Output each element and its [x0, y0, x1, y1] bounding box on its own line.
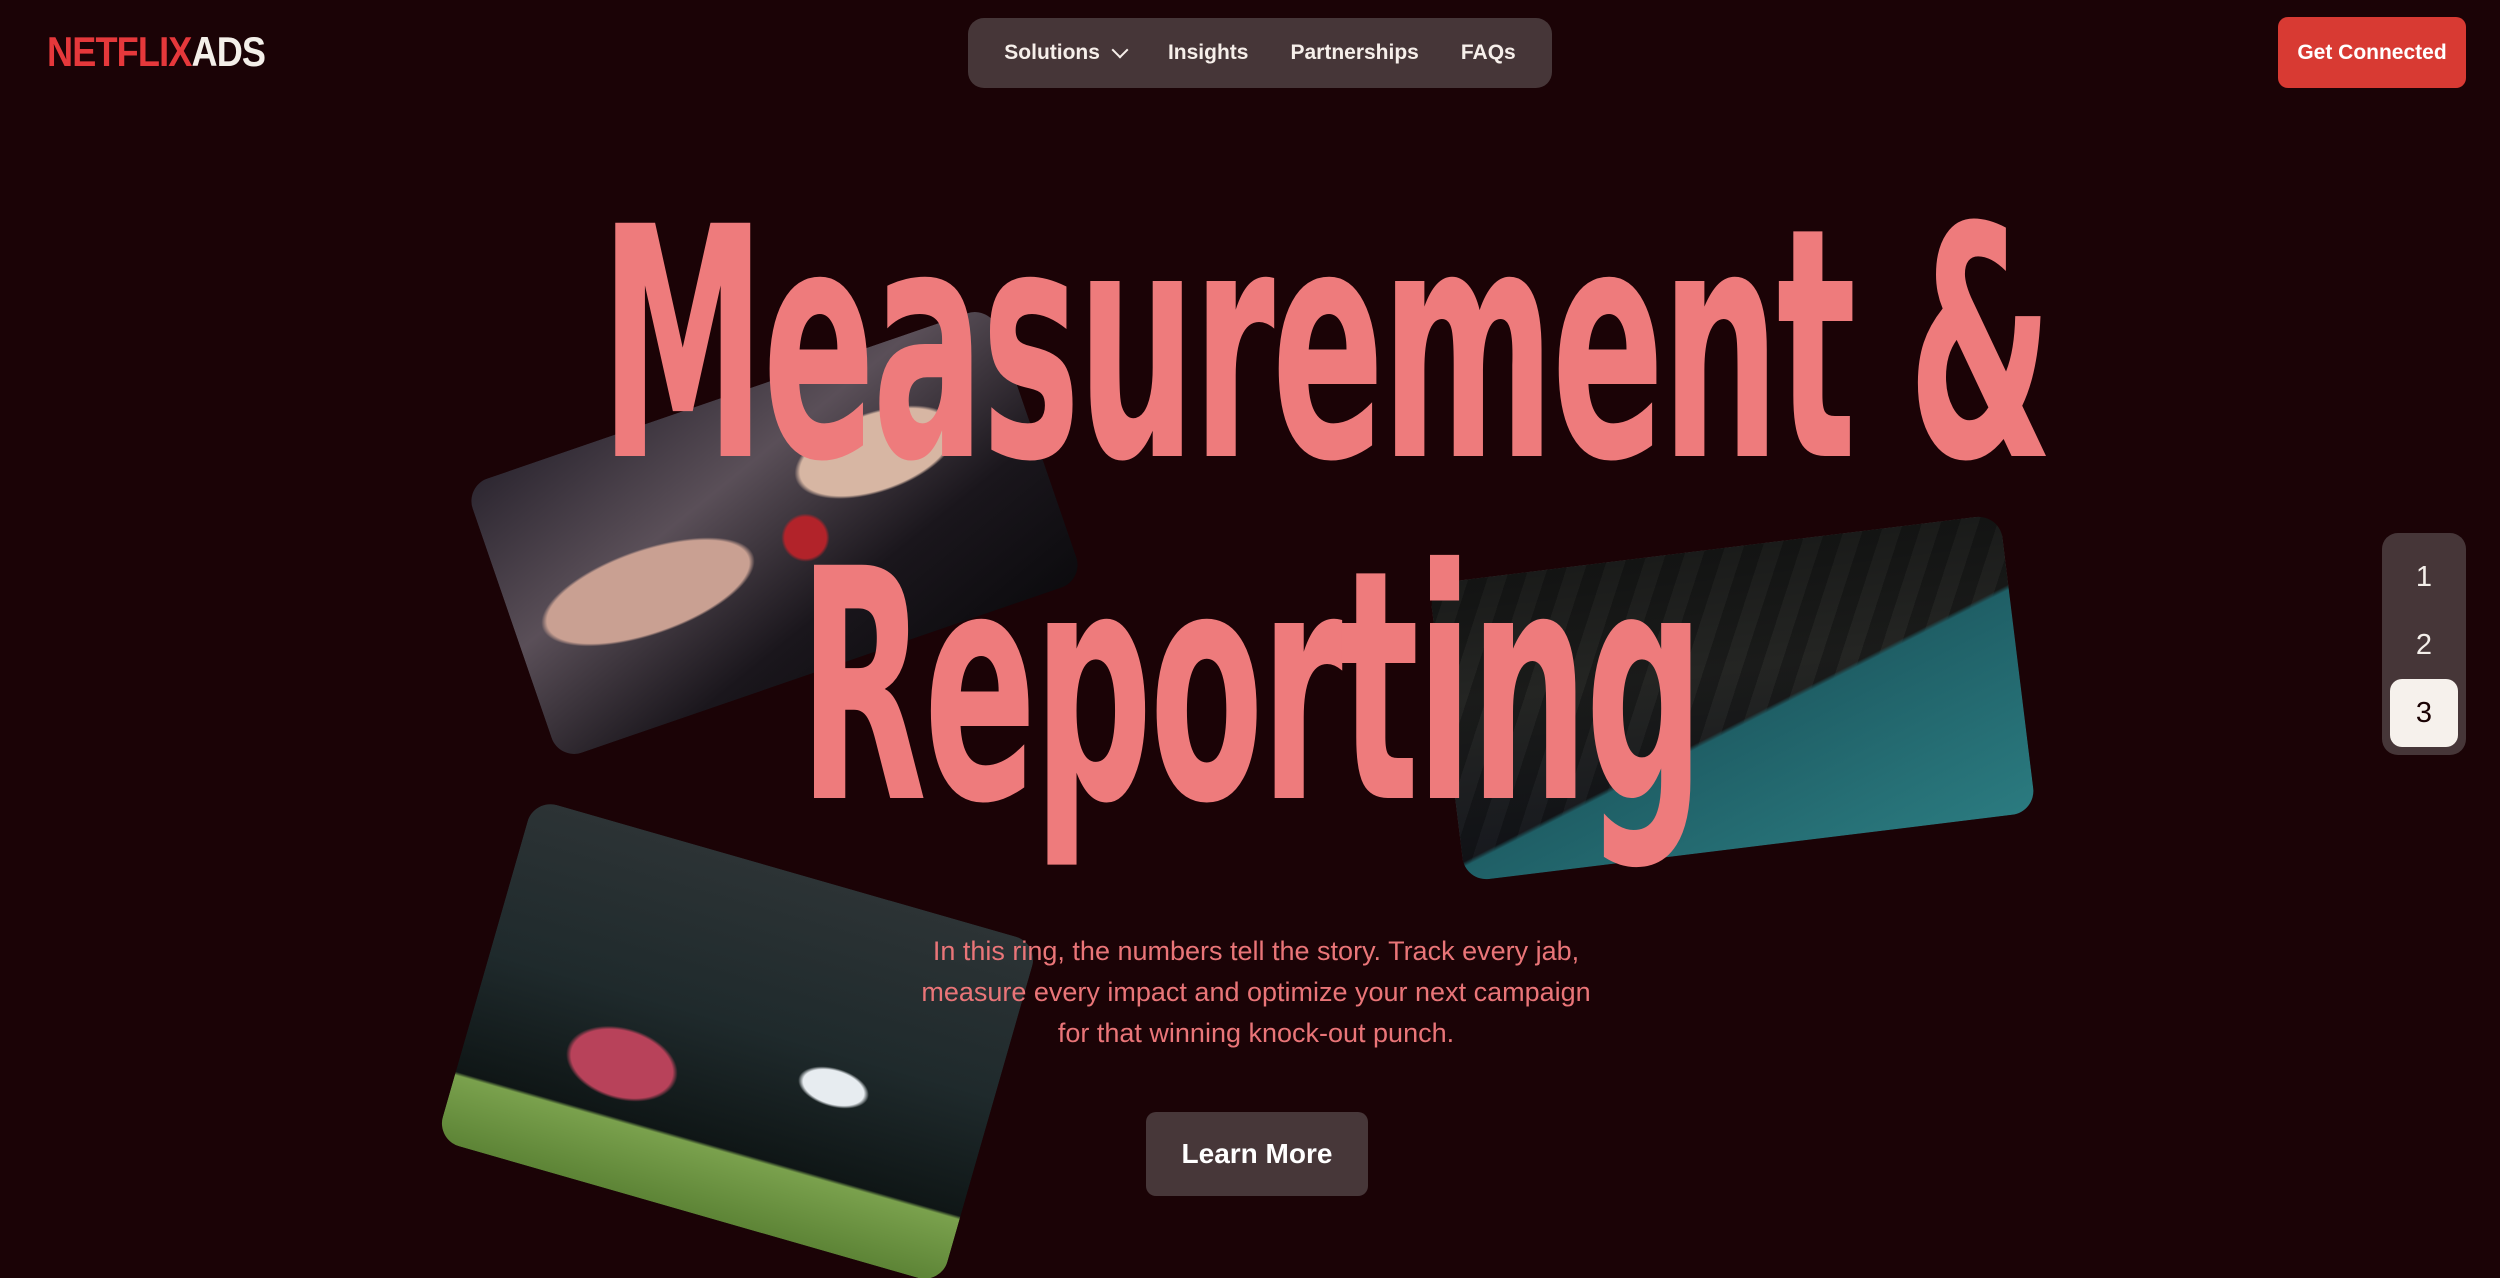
- nav-item-label: Partnerships: [1290, 41, 1419, 64]
- nav-item-insights[interactable]: Insights: [1168, 41, 1249, 65]
- boxing-photo: [464, 305, 1085, 761]
- logo-suffix: ADS: [191, 28, 266, 75]
- nav-item-label: Solutions: [1004, 41, 1100, 64]
- hero-headline: Measurement & Reporting: [0, 175, 2500, 859]
- learn-more-button[interactable]: Learn More: [1146, 1112, 1368, 1196]
- pager-item-1[interactable]: 1: [2390, 543, 2458, 611]
- hero-description: In this ring, the numbers tell the story…: [921, 936, 1591, 1048]
- netflix-ads-logo[interactable]: NETFLIX ADS: [47, 28, 266, 75]
- get-connected-button[interactable]: Get Connected: [2278, 17, 2466, 88]
- nav-item-partnerships[interactable]: Partnerships: [1290, 41, 1418, 65]
- nav-item-solutions[interactable]: Solutions: [1004, 41, 1129, 65]
- pager-item-2[interactable]: 2: [2390, 611, 2458, 679]
- pager-item-3[interactable]: 3: [2390, 679, 2458, 747]
- chevron-down-icon: [1111, 41, 1129, 59]
- nav-item-label: FAQs: [1460, 41, 1516, 64]
- race-track-photo: [1428, 514, 2037, 882]
- page: NETFLIX ADS Solutions Insights Partnersh…: [0, 0, 2500, 1278]
- nav-item-faqs[interactable]: FAQs: [1461, 41, 1516, 65]
- main-nav: Solutions Insights Partnerships FAQs: [968, 18, 1552, 88]
- logo-brand: NETFLIX: [47, 28, 192, 75]
- nav-item-label: Insights: [1167, 41, 1249, 64]
- slide-pagination: 1 2 3: [2382, 533, 2466, 755]
